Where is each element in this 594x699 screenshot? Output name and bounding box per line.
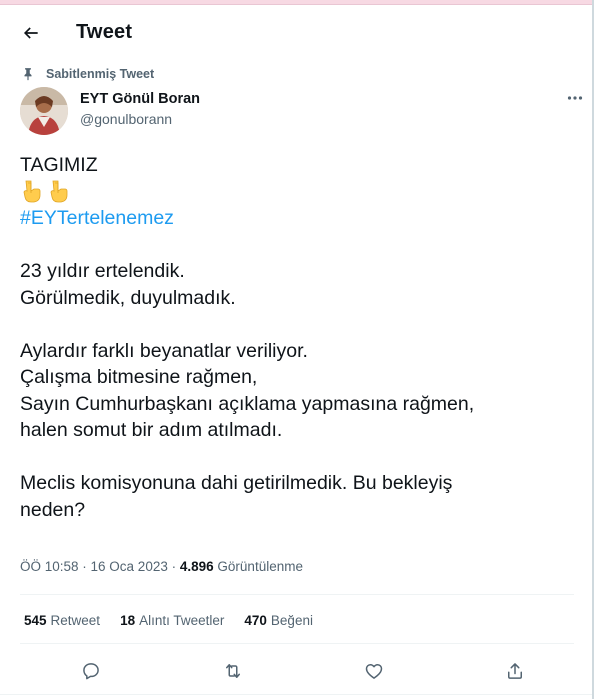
reply-icon bbox=[83, 663, 99, 680]
back-button[interactable] bbox=[14, 16, 48, 50]
pointing-down-icon bbox=[51, 180, 68, 202]
arrow-left-icon bbox=[23, 27, 38, 39]
retweet-icon bbox=[226, 664, 240, 678]
pinned-indicator: Sabitlenmiş Tweet bbox=[20, 66, 154, 82]
views-count: 4.896 bbox=[179, 559, 214, 574]
retweet-button[interactable] bbox=[218, 656, 248, 686]
retweets-count: 545 bbox=[24, 613, 47, 628]
tweet-text: TAGIMIZ 👇👇 #EYTertelenemez 23 yıldır ert… bbox=[20, 152, 580, 523]
more-icon bbox=[567, 96, 583, 100]
tweet-actions bbox=[0, 656, 592, 686]
tweet-stats: 545 Retweet 18 Alıntı Tweetler 470 Beğeni bbox=[24, 613, 333, 628]
pointing-down-icon bbox=[23, 180, 41, 202]
tweet-line: neden? bbox=[20, 498, 86, 521]
hashtag-link[interactable]: #EYTertelenemez bbox=[20, 205, 580, 232]
likes-label: Beğeni bbox=[270, 613, 313, 628]
tweet-line: TAGIMIZ bbox=[20, 154, 98, 176]
frame-bottom bbox=[0, 694, 592, 699]
tweet-line: halen somut bir adım atılmadı. bbox=[20, 419, 283, 441]
pinned-label: Sabitlenmiş Tweet bbox=[46, 67, 155, 81]
tweet-line: Sayın Cumhurbaşkanı açıklama yapmasına r… bbox=[20, 392, 475, 415]
like-button[interactable] bbox=[359, 656, 389, 686]
avatar[interactable] bbox=[20, 87, 68, 135]
author-name[interactable]: EYT Gönül Boran bbox=[80, 91, 200, 107]
divider bbox=[20, 643, 574, 644]
retweets-stat[interactable]: 545 Retweet bbox=[24, 613, 100, 628]
tweet-line: 23 yıldır ertelendik. bbox=[20, 260, 185, 282]
quotes-stat[interactable]: 18 Alıntı Tweetler bbox=[120, 613, 224, 628]
tweet-line: Aylardır farklı beyanatlar veriliyor. bbox=[20, 339, 308, 362]
author-handle[interactable]: @gonulborann bbox=[80, 111, 172, 127]
tweet-line: Çalışma bitmesine rağmen, bbox=[20, 366, 258, 388]
pointing-down-emoji: 👇👇 bbox=[20, 179, 580, 206]
retweets-label: Retweet bbox=[50, 613, 101, 628]
divider bbox=[20, 594, 574, 595]
pin-icon bbox=[20, 66, 36, 82]
quotes-label: Alıntı Tweetler bbox=[139, 613, 225, 628]
browser-top-strip bbox=[0, 0, 594, 5]
likes-stat[interactable]: 470 Beğeni bbox=[244, 613, 313, 628]
quotes-count: 18 bbox=[120, 613, 136, 628]
likes-count: 470 bbox=[244, 613, 267, 628]
tweet-meta: ÖÖ 10:58 · 16 Oca 2023 · 4.896 Görüntüle… bbox=[20, 559, 303, 574]
views-label: Görüntülenme bbox=[217, 559, 303, 574]
share-icon bbox=[508, 663, 522, 679]
reply-button[interactable] bbox=[76, 656, 106, 686]
tweet-line: Meclis komisyonuna dahi getirilmedik. Bu… bbox=[20, 472, 453, 494]
tweet-line: Görülmedik, duyulmadık. bbox=[20, 286, 236, 309]
avatar-image bbox=[20, 87, 68, 135]
timestamp[interactable]: ÖÖ 10:58 · 16 Oca 2023 · bbox=[20, 559, 176, 574]
heart-icon bbox=[365, 664, 383, 679]
page-title: Tweet bbox=[76, 21, 133, 43]
page-header: Tweet bbox=[0, 12, 592, 54]
share-button[interactable] bbox=[500, 656, 530, 686]
more-options-button[interactable] bbox=[562, 88, 588, 108]
